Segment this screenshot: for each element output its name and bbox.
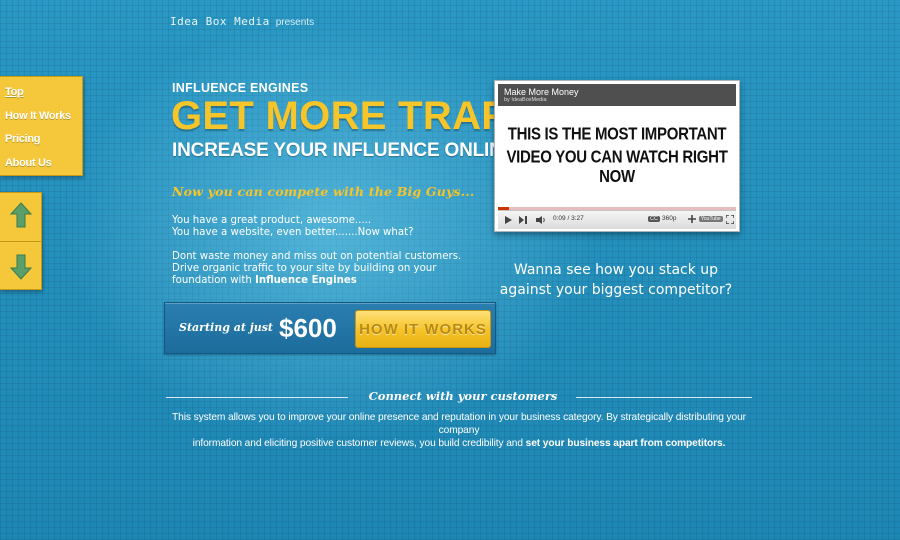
body-line: You have a website, even better.......No… <box>172 227 414 238</box>
question-line: against your biggest competitor? <box>499 282 733 298</box>
site-header: Idea Box Media presents <box>170 15 314 31</box>
video-frame-text: THIS IS THE MOST IMPORTANT <box>507 124 727 145</box>
video-player: Make More Money by IdeaBoxMedia THIS IS … <box>494 80 740 232</box>
quality-button[interactable]: 360p <box>662 215 676 222</box>
nav-item-how-it-works[interactable]: How It Works <box>5 105 82 129</box>
nav-item-about-us[interactable]: About Us <box>5 152 82 176</box>
video-time: 0:09 / 3:27 <box>553 215 584 222</box>
brand-logo[interactable]: Idea Box Media <box>170 15 270 28</box>
arrow-up-icon[interactable] <box>9 201 33 229</box>
body-line: You have a great product, awesome..... <box>172 215 372 226</box>
section-divider <box>576 397 752 398</box>
pricing-bar: Starting at just $600 HOW IT WORKS <box>164 302 496 354</box>
volume-icon[interactable] <box>535 215 546 225</box>
add-icon[interactable] <box>688 215 696 223</box>
play-icon[interactable] <box>504 215 513 225</box>
side-nav: Top How It Works Pricing About Us <box>0 76 83 176</box>
arrow-divider <box>0 241 41 242</box>
arrow-down-icon[interactable] <box>9 253 33 281</box>
video-title[interactable]: Make More Money <box>504 87 579 97</box>
nav-item-pricing[interactable]: Pricing <box>5 128 82 152</box>
next-icon[interactable] <box>518 215 528 225</box>
connect-title: Connect with your customers <box>368 389 558 403</box>
hero-tagline: Now you can compete with the Big Guys... <box>172 184 475 199</box>
connect-text: information and eliciting positive custo… <box>192 438 526 449</box>
presents-text: presents <box>275 17 315 28</box>
product-name: INFLUENCE ENGINES <box>172 81 309 95</box>
section-divider <box>166 397 348 398</box>
video-frame-text: VIDEO YOU CAN WATCH RIGHT NOW <box>506 147 728 187</box>
product-name-bold: Influence Engines <box>255 275 357 286</box>
body-text: foundation with <box>172 275 256 286</box>
hero-body: You have a great product, awesome..... Y… <box>172 215 472 287</box>
connect-line: This system allows you to improve your o… <box>172 412 746 436</box>
youtube-logo[interactable]: YouTube <box>699 216 723 222</box>
connect-bold: set your business apart from competitors… <box>525 438 726 449</box>
question-line: Wanna see how you stack up <box>513 262 719 278</box>
video-titlebar: Make More Money by IdeaBoxMedia <box>498 84 736 106</box>
scroll-arrows <box>0 192 42 290</box>
body-line: Drive organic traffic to your site by bu… <box>172 263 437 274</box>
connect-body: This system allows you to improve your o… <box>160 411 758 450</box>
starting-label: Starting at just <box>179 321 274 334</box>
connect-line: information and eliciting positive custo… <box>160 437 758 450</box>
competitor-question[interactable]: Wanna see how you stack up against your … <box>498 260 734 300</box>
cc-button[interactable]: CC <box>648 216 660 222</box>
video-channel[interactable]: by IdeaBoxMedia <box>504 97 547 103</box>
body-line: Dont waste money and miss out on potenti… <box>172 251 462 262</box>
body-line: foundation with Influence Engines <box>172 275 472 287</box>
video-screen[interactable]: Make More Money by IdeaBoxMedia THIS IS … <box>498 84 736 207</box>
hero-subheadline: INCREASE YOUR INFLUENCE ONLINE <box>172 140 516 161</box>
price-value: $600 <box>279 313 337 343</box>
video-controls: 0:09 / 3:27 CC 360p YouTube <box>498 210 736 229</box>
fullscreen-icon[interactable] <box>726 215 734 224</box>
how-it-works-button[interactable]: HOW IT WORKS <box>355 310 491 348</box>
nav-item-top[interactable]: Top <box>5 81 82 105</box>
